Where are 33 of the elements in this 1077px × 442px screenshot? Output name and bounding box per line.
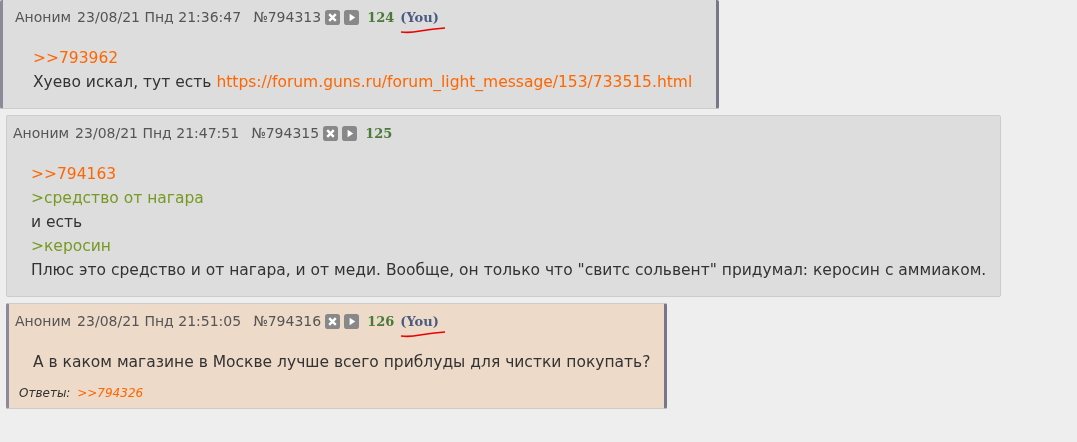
quote-text: >керосин bbox=[31, 236, 112, 257]
message-text: Плюс это средство и от нагара, и от меди. Вообще, он только что "свитс сольвент" придумал: керосин с аммиаком. bbox=[31, 260, 987, 281]
url-link[interactable]: https://forum.guns.ru/forum_light_message/153/733515.html bbox=[216, 73, 693, 91]
play-icon[interactable] bbox=[344, 313, 360, 329]
post-number[interactable]: №794313 bbox=[253, 9, 322, 25]
message-text: Хуево искал, тут есть https://forum.guns.ru/forum_light_message/153/733515.html bbox=[33, 72, 693, 93]
replies-label: Ответы: bbox=[19, 386, 71, 400]
message-text: А в каком магазине в Москве лучше всего приблуды для чистки покупать? bbox=[33, 352, 651, 373]
reply-link[interactable]: >>794326 bbox=[77, 386, 144, 400]
post-number[interactable]: №794316 bbox=[253, 313, 322, 329]
post-date: 23/08/21 Пнд 21:51:05 bbox=[77, 313, 242, 329]
post-index: 124 bbox=[367, 9, 395, 25]
play-icon[interactable] bbox=[344, 9, 360, 25]
reply-link[interactable]: >>793962 bbox=[33, 46, 693, 70]
post-date: 23/08/21 Пнд 21:36:47 bbox=[77, 9, 242, 25]
post-index: 125 bbox=[365, 125, 393, 141]
post-author: Аноним bbox=[15, 313, 72, 329]
close-icon[interactable] bbox=[325, 9, 341, 25]
post-date: 23/08/21 Пнд 21:47:51 bbox=[75, 125, 240, 141]
close-icon[interactable] bbox=[323, 125, 339, 141]
you-label: (You) bbox=[400, 10, 439, 25]
post-author: Аноним bbox=[15, 9, 72, 25]
underline-scribble bbox=[400, 330, 447, 338]
close-icon[interactable] bbox=[325, 313, 341, 329]
message-text: и есть bbox=[31, 212, 84, 233]
play-icon[interactable] bbox=[342, 125, 358, 141]
post-index: 126 bbox=[367, 313, 395, 329]
you-label: (You) bbox=[400, 314, 439, 329]
reply-link[interactable]: >>794163 bbox=[31, 162, 987, 186]
post-author: Аноним bbox=[13, 125, 70, 141]
quote-text: >средство от нагара bbox=[31, 188, 205, 209]
post-number[interactable]: №794315 bbox=[251, 125, 320, 141]
underline-scribble bbox=[400, 26, 447, 34]
